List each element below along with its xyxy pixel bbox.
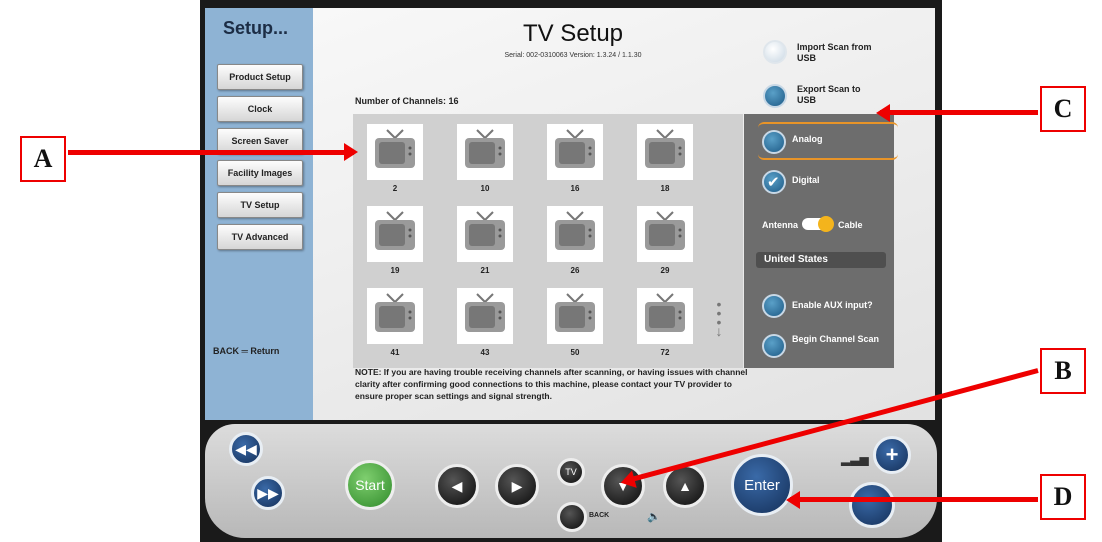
channel-number: 16 — [570, 184, 580, 193]
channel-number: 21 — [480, 266, 490, 275]
channel-number: 43 — [480, 348, 490, 357]
channel-number: 10 — [480, 184, 490, 193]
tv-icon — [375, 293, 415, 332]
tv-icon — [555, 129, 595, 168]
sidebar-item-tv-setup[interactable]: TV Setup — [217, 192, 303, 218]
channel-tile[interactable] — [457, 124, 513, 180]
channel-number: 41 — [390, 348, 400, 357]
tv-icon — [645, 293, 685, 332]
channel-number: 50 — [570, 348, 580, 357]
channel-tile[interactable] — [547, 288, 603, 344]
toggle-knob — [818, 216, 834, 232]
page-title: TV Setup — [522, 20, 624, 47]
antenna-label: Antenna — [762, 220, 798, 230]
enable-aux-button[interactable] — [762, 294, 786, 318]
volume-icon: 🔈 — [647, 511, 661, 523]
back-hint: BACK ═ Return — [213, 346, 280, 356]
callout-b: B — [1040, 348, 1086, 394]
tv-icon — [465, 129, 505, 168]
tv-button[interactable]: TV — [557, 458, 585, 486]
main-panel: TV Setup Serial: 002-0310063 Version: 1.… — [313, 8, 935, 420]
channel-number: 19 — [390, 266, 400, 275]
channel-tile[interactable] — [637, 206, 693, 262]
screen: Setup... Product Setup Clock Screen Save… — [205, 8, 935, 420]
tv-icon — [465, 211, 505, 250]
channel-tile[interactable] — [547, 206, 603, 262]
begin-scan-label: Begin Channel Scan — [792, 334, 880, 344]
channel-number: 26 — [570, 266, 580, 275]
channel-tile[interactable] — [637, 124, 693, 180]
export-scan-label: Export Scan to USB — [797, 84, 861, 105]
sidebar-item-tv-advanced[interactable]: TV Advanced — [217, 224, 303, 250]
scroll-down-icon[interactable]: • • • ↓ — [709, 297, 729, 338]
right-button[interactable]: ▶ — [495, 464, 539, 508]
signal-icon: ▂▃▅ — [841, 452, 869, 466]
begin-scan-button[interactable] — [762, 334, 786, 358]
minus-button[interactable] — [849, 482, 895, 528]
callout-c: C — [1040, 86, 1086, 132]
channel-number: 18 — [660, 184, 670, 193]
channel-tile[interactable] — [457, 288, 513, 344]
tv-icon — [375, 211, 415, 250]
channel-tile[interactable] — [367, 124, 423, 180]
sidebar: Setup... Product Setup Clock Screen Save… — [205, 8, 313, 420]
sidebar-item-product-setup[interactable]: Product Setup — [217, 64, 303, 90]
cable-label: Cable — [838, 220, 863, 230]
arrow-a — [68, 143, 358, 161]
check-icon: ✔ — [767, 174, 780, 191]
tv-icon — [645, 211, 685, 250]
import-scan-button[interactable] — [763, 40, 787, 64]
channel-number: 29 — [660, 266, 670, 275]
channel-tile[interactable] — [367, 206, 423, 262]
sidebar-item-facility-images[interactable]: Facility Images — [217, 160, 303, 186]
rewind-button[interactable]: ◀◀ — [229, 432, 263, 466]
country-select[interactable]: United States — [756, 252, 886, 268]
callout-a: A — [20, 136, 66, 182]
tv-icon — [555, 211, 595, 250]
back-button[interactable] — [557, 502, 587, 532]
enter-button[interactable]: Enter — [731, 454, 793, 516]
arrow-d — [790, 497, 1038, 502]
plus-button[interactable]: + — [873, 436, 911, 474]
digital-label: Digital — [792, 175, 820, 185]
start-button[interactable]: Start — [345, 460, 395, 510]
fast-forward-button[interactable]: ▶▶ — [251, 476, 285, 510]
import-scan-label: Import Scan from USB — [797, 42, 872, 63]
channel-grid: 2 10 16 18 19 21 26 29 41 43 50 72 — [353, 114, 743, 368]
sidebar-title: Setup... — [223, 18, 289, 38]
callout-d: D — [1040, 474, 1086, 520]
back-label: BACK — [589, 512, 610, 519]
channel-number: 2 — [392, 184, 398, 193]
arrow-c — [880, 110, 1038, 115]
tv-icon — [375, 129, 415, 168]
channel-tile[interactable] — [457, 206, 513, 262]
channel-tile[interactable] — [367, 288, 423, 344]
control-bar: ◀◀ ▶▶ Start ◀ ▶ TV ▼ ▲ BACK 🔈 Enter ▂▃▅ … — [205, 424, 937, 538]
digital-checkbox[interactable]: ✔ — [762, 170, 786, 194]
channel-number: 72 — [660, 348, 670, 357]
channel-tile[interactable] — [637, 288, 693, 344]
tv-icon — [645, 129, 685, 168]
scan-note: NOTE: If you are having trouble receivin… — [355, 367, 748, 401]
selection-highlight — [758, 122, 898, 160]
left-button[interactable]: ◀ — [435, 464, 479, 508]
serial-version: Serial: 002-0310063 Version: 1.3.24 / 1.… — [504, 52, 642, 59]
channel-tile[interactable] — [547, 124, 603, 180]
enable-aux-label: Enable AUX input? — [792, 300, 873, 310]
channel-count: Number of Channels: 16 — [355, 96, 459, 106]
tv-icon — [465, 293, 505, 332]
export-scan-button[interactable] — [763, 84, 787, 108]
sidebar-item-clock[interactable]: Clock — [217, 96, 303, 122]
tv-icon — [555, 293, 595, 332]
